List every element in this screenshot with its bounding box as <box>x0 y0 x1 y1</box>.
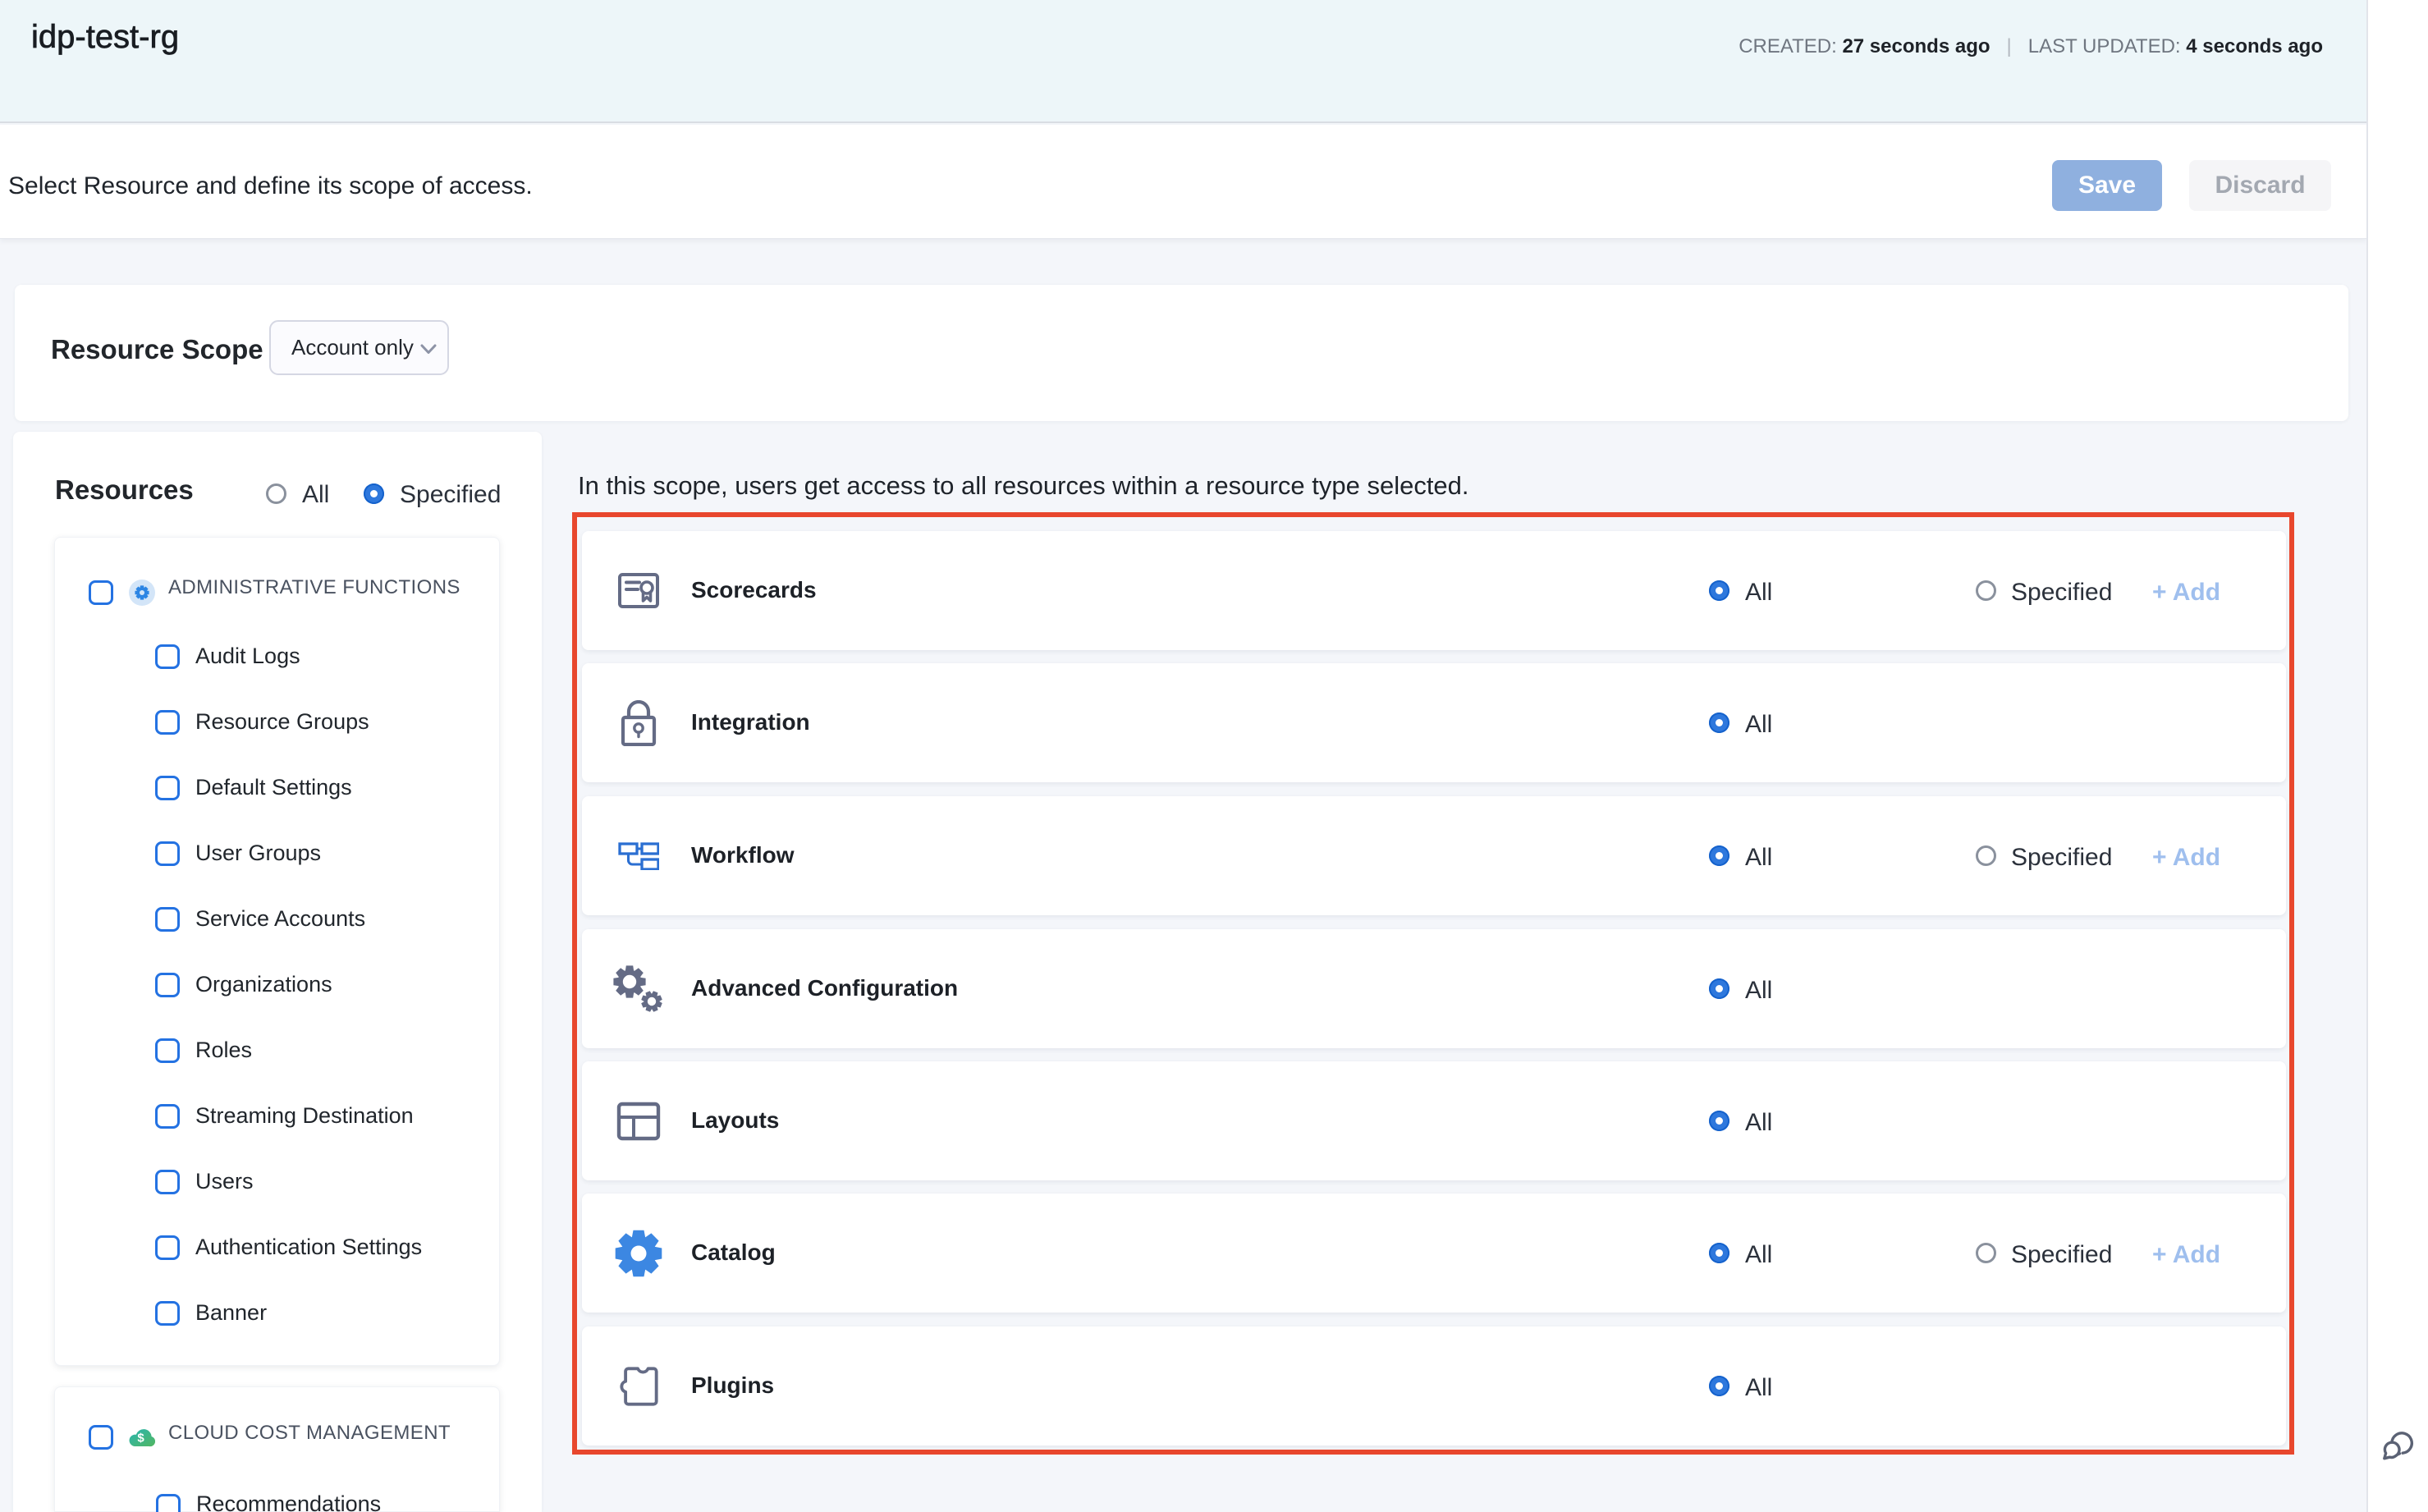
svg-text:$: $ <box>137 1432 144 1446</box>
